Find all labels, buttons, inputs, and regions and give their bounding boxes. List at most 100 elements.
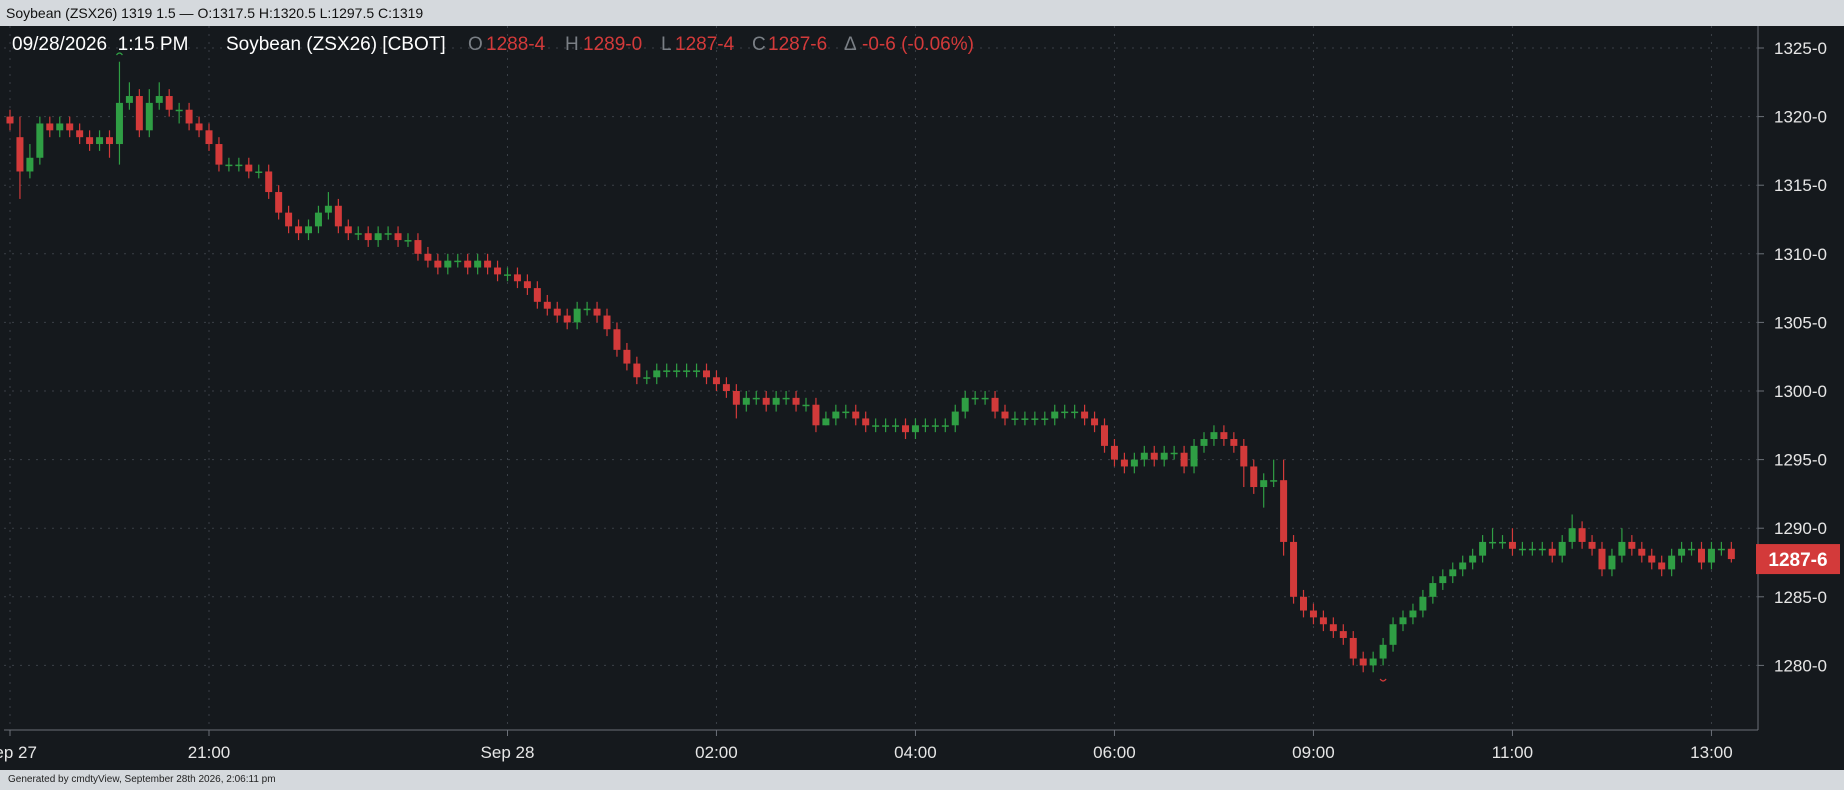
header-high-value: 1289-0 [583, 34, 642, 55]
candle-body [1160, 452, 1168, 460]
candle-body [1170, 452, 1178, 455]
candle-body [1598, 548, 1606, 570]
candle-body [1548, 548, 1556, 556]
candle-body [653, 370, 661, 378]
candle-body [334, 205, 342, 227]
candle-body [573, 308, 581, 323]
candle-body [762, 397, 770, 405]
candle-body [1568, 528, 1576, 542]
candle-body [1190, 445, 1198, 467]
candle-body [802, 404, 810, 407]
candle-body [1329, 624, 1337, 632]
candle-body [1608, 555, 1616, 570]
candle-body [732, 391, 740, 405]
candle-body [1300, 596, 1307, 611]
candle-body [663, 370, 671, 372]
candle-body [1250, 466, 1258, 488]
last-price-tag: 1287-6 [1756, 544, 1840, 575]
x-tick-label: 13:00 [1690, 743, 1733, 762]
candle-body [1011, 418, 1019, 420]
candle-body [523, 281, 531, 289]
low-marker [1379, 678, 1387, 682]
price-chart[interactable]: 1325-0 1320-0 1315-0 1310-0 1305-0 1300-0 1295… [0, 26, 1844, 770]
candle-body [464, 260, 472, 268]
candle-body [245, 164, 253, 172]
candle-body [1658, 562, 1666, 570]
candle-body [862, 418, 870, 426]
candle-body [295, 226, 303, 234]
candle-body [1379, 644, 1387, 659]
candle-body [484, 260, 492, 268]
candle-body [354, 233, 362, 235]
header-change-label: Δ [844, 34, 857, 55]
candle-body [911, 425, 919, 433]
candle-body [902, 425, 909, 433]
candle-body [921, 425, 929, 427]
candle-body [643, 377, 651, 379]
candle-body [673, 370, 681, 372]
candle-body [86, 137, 94, 145]
candle-body [66, 123, 74, 131]
candle-body [1409, 610, 1417, 618]
candle-body [1120, 459, 1128, 467]
y-tick-label: 1320-0 [1774, 108, 1827, 127]
candle-body [1110, 445, 1118, 460]
candle-body [1200, 439, 1208, 446]
candle-body [1081, 411, 1089, 419]
candle-body [1508, 541, 1516, 549]
window-title: Soybean (ZSX26) 1319 1.5 — O:1317.5 H:13… [6, 5, 424, 21]
candle-body [1220, 432, 1228, 440]
candle-body [633, 363, 641, 378]
candle-body [115, 102, 123, 145]
candle-body [1280, 480, 1288, 542]
candle-body [1698, 548, 1705, 563]
candle-body [742, 397, 750, 405]
candle-body [832, 411, 840, 419]
header-change-value: -0-6 (-0.06%) [862, 34, 974, 55]
candle-body [722, 384, 730, 391]
candle-body [951, 411, 959, 426]
candle-body [1688, 548, 1696, 551]
x-tick-label: Sep 28 [481, 743, 535, 762]
y-tick-label: 1325-0 [1774, 39, 1827, 58]
candle-body [712, 377, 720, 385]
candle-body [1578, 528, 1586, 542]
candle-body [1031, 418, 1039, 420]
candle-body [1001, 411, 1009, 419]
candle-body [782, 397, 790, 400]
candle-body [285, 212, 293, 227]
x-tick-label: 04:00 [894, 743, 937, 762]
candle-body [165, 96, 173, 110]
candle-body [504, 274, 511, 276]
chart-frame[interactable]: 1325-0 1320-0 1315-0 1310-0 1305-0 1300-0 1295… [0, 26, 1844, 770]
header-high-label: H [565, 34, 579, 55]
candle-body [324, 205, 332, 213]
candle-body [205, 130, 213, 145]
footer: Generated by cmdtyView, September 28th 2… [0, 770, 1844, 790]
candle-body [1061, 411, 1069, 414]
candle-body [155, 96, 163, 103]
candle-body [384, 233, 392, 235]
candle-body [623, 349, 631, 364]
candle-body [1678, 548, 1686, 556]
candle-body [46, 123, 54, 131]
candle-body [76, 130, 84, 138]
candle-body [16, 137, 24, 172]
candle-body [1489, 541, 1497, 544]
candle-body [1439, 576, 1447, 584]
candle-body [812, 404, 820, 426]
window-titlebar: Soybean (ZSX26) 1319 1.5 — O:1317.5 H:13… [0, 0, 1844, 26]
candle-body [344, 226, 352, 234]
candle-body [1449, 569, 1457, 577]
candle-body [424, 253, 432, 261]
candle-body [96, 137, 104, 145]
header-low-label: L [661, 34, 672, 55]
y-tick-label: 1280-0 [1774, 656, 1827, 675]
candle-body [1290, 541, 1298, 597]
x-tick-label: 21:00 [188, 743, 231, 762]
candle-body [1479, 541, 1487, 556]
candle-body [882, 425, 890, 427]
header-open-label: O [468, 34, 483, 55]
candle-body [434, 260, 442, 268]
candle-body [175, 109, 183, 112]
